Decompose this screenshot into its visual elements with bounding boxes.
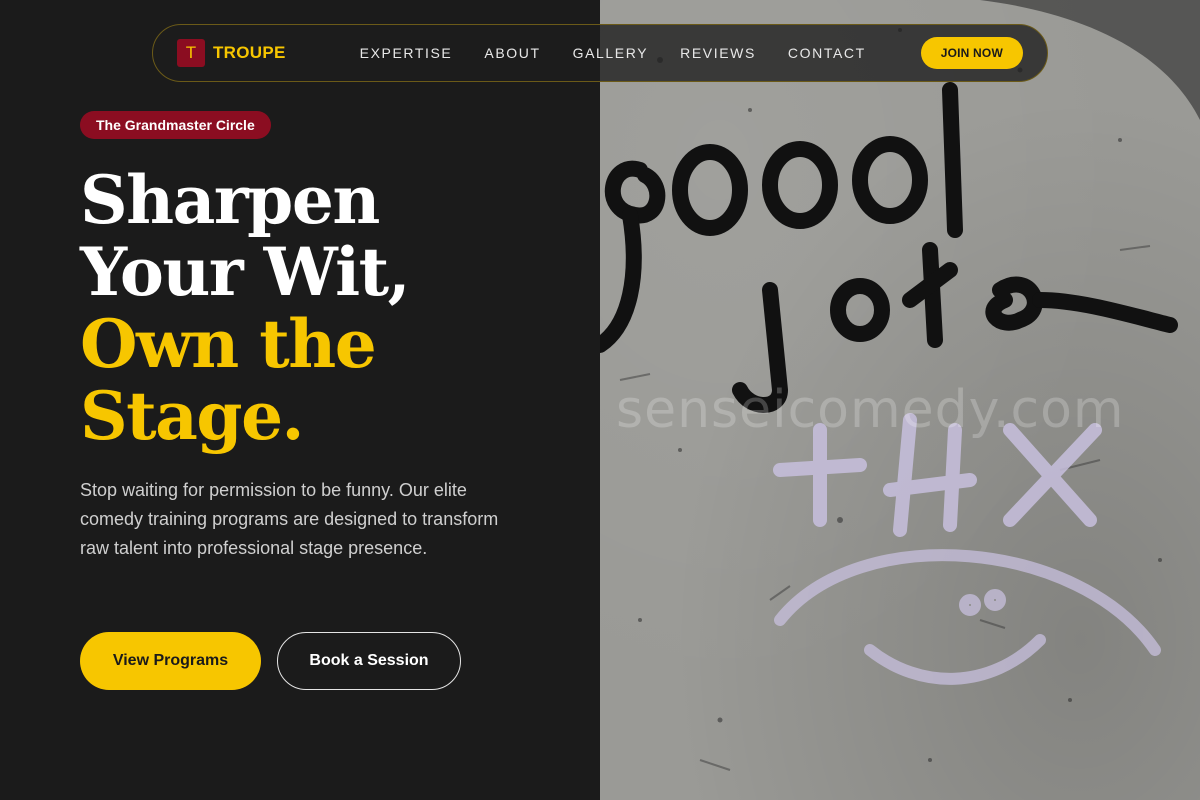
headline-line-4: Stage. [80, 377, 305, 455]
nav-link-expertise[interactable]: EXPERTISE [360, 45, 453, 61]
brand-name: TROUPE [213, 43, 286, 62]
hero-badge: The Grandmaster Circle [80, 111, 271, 139]
join-now-button[interactable]: JOIN NOW [920, 37, 1023, 69]
view-programs-button[interactable]: View Programs [80, 632, 261, 690]
top-navbar: T TROUPE EXPERTISE ABOUT GALLERY REVIEWS… [152, 24, 1048, 82]
headline-line-2: Your Wit, [80, 233, 411, 311]
hero-description: Stop waiting for permission to be funny.… [80, 480, 499, 558]
brand[interactable]: T TROUPE [177, 39, 286, 67]
nav-link-about[interactable]: ABOUT [484, 45, 540, 61]
watermark-text: senseicomedy.com [616, 380, 1125, 440]
hero-image: senseicomedy.com [600, 0, 1200, 800]
nav-link-contact[interactable]: CONTACT [788, 45, 866, 61]
headline-line-1: Sharpen [80, 161, 380, 239]
brand-logo-icon: T [177, 39, 205, 67]
nav-link-reviews[interactable]: REVIEWS [680, 45, 756, 61]
nav-links: EXPERTISE ABOUT GALLERY REVIEWS CONTACT [360, 45, 898, 61]
headline-line-3: Own the [80, 305, 377, 383]
hero-headline: Sharpen Your Wit, Own the Stage. [80, 164, 580, 452]
book-session-button[interactable]: Book a Session [277, 632, 461, 690]
nav-link-gallery[interactable]: GALLERY [573, 45, 649, 61]
